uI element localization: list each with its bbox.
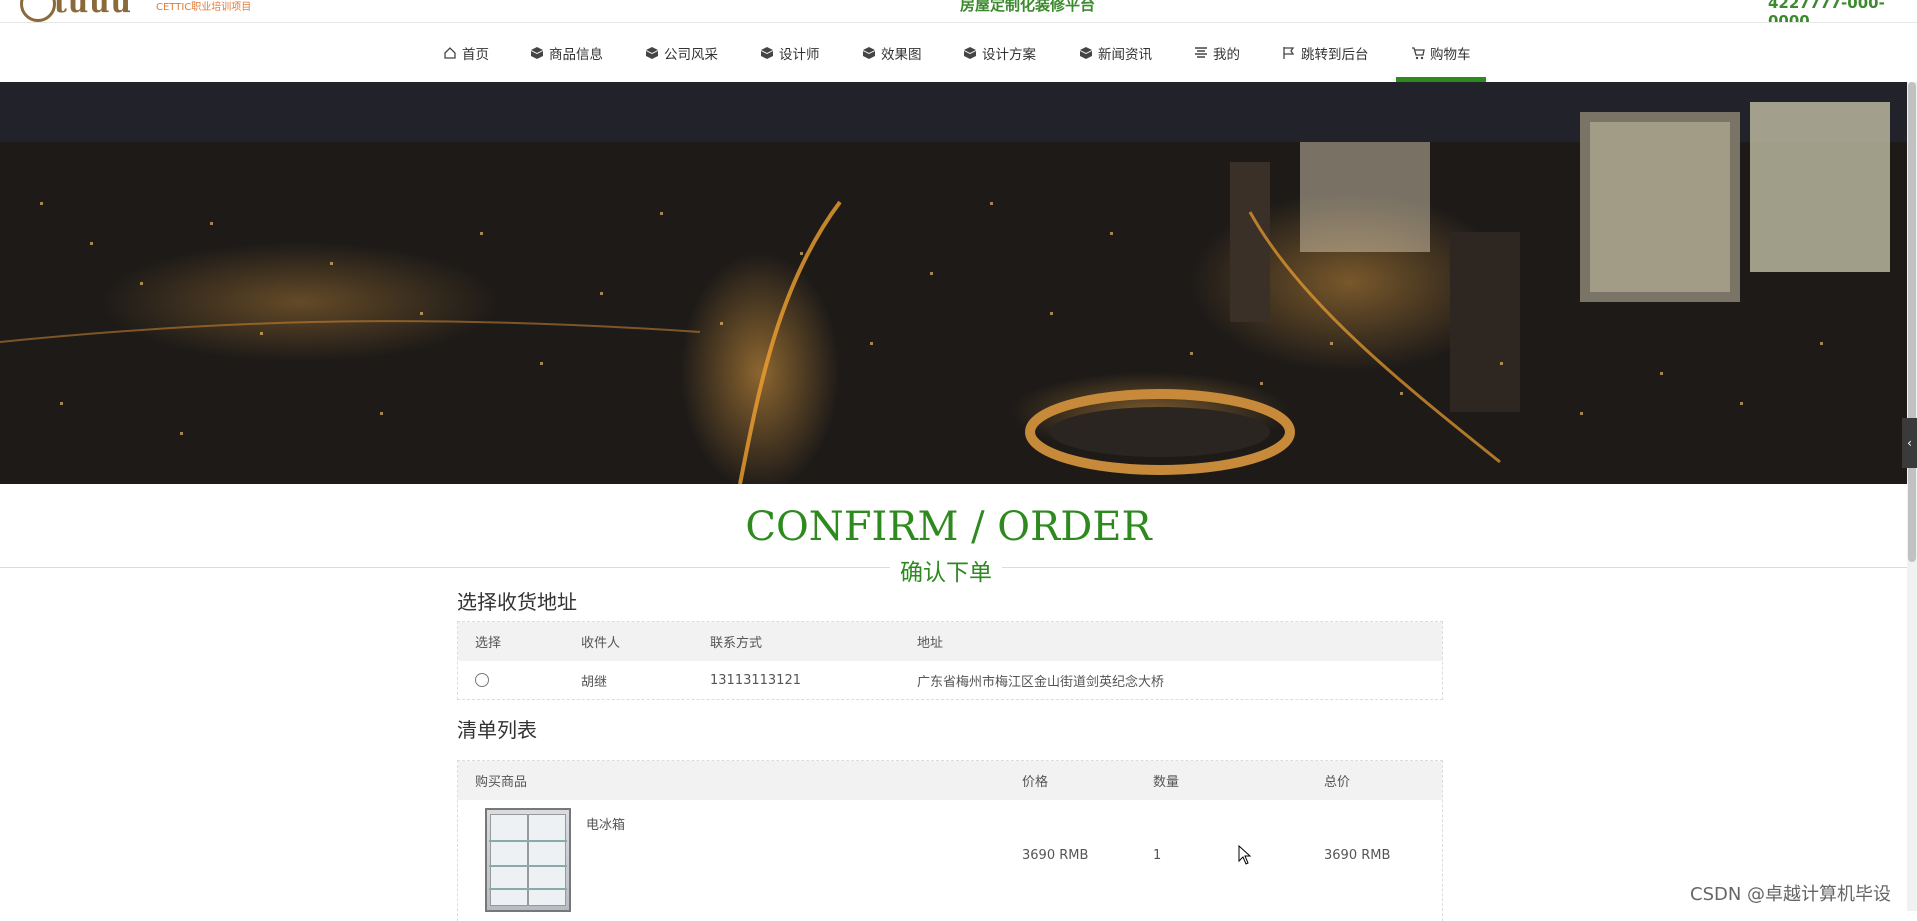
product-thumbnail[interactable] (485, 808, 571, 912)
address-radio-cell[interactable] (475, 661, 489, 699)
phone-number: 4227777-000-0000 (1768, 0, 1885, 23)
hero-banner-image (0, 82, 1907, 484)
scrollbar-thumb[interactable] (1908, 82, 1916, 562)
order-table: 购买商品 价格 数量 总价 电冰箱 3690 RMB 1 3690 RMB (457, 760, 1443, 921)
column-header: 地址 (917, 636, 944, 651)
column-header: 数量 (1153, 775, 1180, 790)
home-icon (443, 46, 457, 60)
column-header: 联系方式 (710, 636, 763, 651)
column-header: 选择 (475, 636, 502, 651)
address-select-radio[interactable] (475, 673, 489, 687)
order-section-title: 清单列表 (457, 718, 537, 742)
nav-item-label: 我的 (1213, 46, 1240, 63)
recipient-phone: 13113113121 (710, 672, 801, 688)
nav-item-label: 效果图 (881, 46, 922, 63)
column-header: 总价 (1324, 775, 1351, 790)
cube-icon (760, 46, 774, 60)
side-panel-toggle[interactable]: ‹ (1902, 418, 1917, 468)
cube-icon (862, 46, 876, 60)
order-table-header: 购买商品 价格 数量 总价 (458, 761, 1442, 800)
nav-item-company[interactable]: 公司风采 (645, 23, 718, 82)
flag-icon (1282, 46, 1296, 60)
cube-icon (530, 46, 544, 60)
logo-subtitle: CETTIC职业培训项目 (156, 2, 252, 13)
cube-icon (1079, 46, 1093, 60)
nav-item-home[interactable]: 首页 (443, 23, 489, 82)
recipient-address: 广东省梅州市梅江区金山街道剑英纪念大桥 (917, 674, 1165, 690)
nav-item-designers[interactable]: 设计师 (760, 23, 820, 82)
address-table: 选择 收件人 联系方式 地址 胡继 13113113121 广东省梅州市梅江区金… (457, 621, 1443, 700)
cube-icon (963, 46, 977, 60)
recipient-name: 胡继 (581, 674, 608, 690)
table-row: 电冰箱 3690 RMB 1 3690 RMB (458, 800, 1442, 920)
mouse-cursor-icon (1238, 844, 1252, 869)
nav-item-renderings[interactable]: 效果图 (862, 23, 922, 82)
nav-item-label: 商品信息 (549, 46, 603, 63)
logo-emblem (20, 0, 56, 22)
product-name[interactable]: 电冰箱 (586, 814, 625, 833)
list-icon (1194, 46, 1208, 60)
page-title-zh: 确认下单 (890, 553, 1002, 587)
nav-item-label: 跳转到后台 (1301, 46, 1369, 63)
watermark-text: CSDN @卓越计算机毕设 (1690, 884, 1892, 905)
nav-item-design-plans[interactable]: 设计方案 (963, 23, 1036, 82)
page-scrollbar[interactable] (1907, 82, 1917, 911)
cube-icon (645, 46, 659, 60)
nav-item-label: 设计方案 (982, 46, 1036, 63)
nav-item-mine[interactable]: 我的 (1194, 23, 1240, 82)
column-header: 价格 (1022, 775, 1049, 790)
nav-item-label: 设计师 (779, 46, 820, 63)
column-header: 收件人 (581, 636, 621, 651)
product-quantity: 1 (1153, 848, 1162, 863)
nav-item-cart[interactable]: 购物车 (1396, 23, 1485, 82)
address-section-title: 选择收货地址 (457, 590, 577, 614)
logo-text: tuuu (54, 0, 133, 19)
page-title-en: CONFIRM / ORDER (745, 504, 1152, 550)
nav-item-news[interactable]: 新闻资讯 (1079, 23, 1152, 82)
site-title: 房屋定制化装修平台 (960, 0, 1096, 14)
nav-item-products[interactable]: 商品信息 (530, 23, 603, 82)
top-header: tuuu CETTIC职业培训项目 房屋定制化装修平台 4227777-000-… (0, 0, 1917, 23)
nav-item-admin[interactable]: 跳转到后台 (1282, 23, 1369, 82)
main-nav: 首页 商品信息 公司风采 设计师 效果图 设计方案 新闻资讯 我的 跳转到后台 … (0, 23, 1917, 82)
product-total: 3690 RMB (1324, 848, 1391, 863)
nav-item-label: 首页 (462, 46, 489, 63)
product-price: 3690 RMB (1022, 848, 1089, 863)
address-table-header: 选择 收件人 联系方式 地址 (458, 622, 1442, 661)
nav-item-label: 购物车 (1430, 46, 1471, 63)
nav-item-label: 公司风采 (664, 46, 718, 63)
column-header: 购买商品 (475, 775, 528, 790)
chevron-left-icon: ‹ (1907, 436, 1912, 450)
nav-item-label: 新闻资讯 (1098, 46, 1152, 63)
cart-icon (1411, 46, 1425, 60)
table-row[interactable]: 胡继 13113113121 广东省梅州市梅江区金山街道剑英纪念大桥 (458, 661, 1442, 699)
